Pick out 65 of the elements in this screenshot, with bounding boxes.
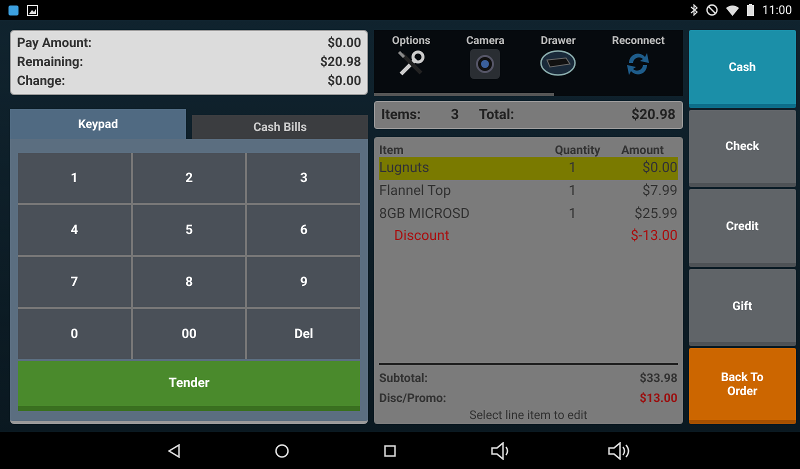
keypad-key[interactable]: 0 [18, 309, 131, 359]
keypad-key[interactable]: 4 [18, 205, 131, 255]
keypad-key[interactable]: 1 [18, 153, 131, 203]
summary-value: $0.00 [328, 35, 362, 53]
payment-button[interactable]: Check [688, 110, 796, 188]
line-amount: $25.99 [634, 205, 678, 224]
promo-value: $13.00 [640, 390, 678, 407]
toolbar-button[interactable]: Drawer [536, 34, 580, 79]
keypad-key[interactable]: 00 [132, 309, 246, 359]
toolbar-button[interactable]: Reconnect [608, 34, 669, 79]
tab[interactable]: Keypad [10, 109, 186, 139]
column-header: Quantity [554, 143, 602, 157]
summary-label: Change: [17, 73, 66, 91]
payment-button[interactable]: Cash [688, 30, 796, 108]
line-name: Discount [393, 227, 450, 246]
subtotal-value: $33.98 [640, 370, 678, 387]
tender-button[interactable]: Tender [18, 361, 360, 411]
payment-button[interactable]: Credit [688, 189, 796, 267]
line-name: Flannel Top [379, 182, 452, 201]
items-count: 3 [450, 107, 459, 123]
camera-icon [470, 49, 500, 79]
line-amount: $7.99 [641, 182, 678, 201]
line-quantity: 1 [568, 159, 578, 178]
summary-label: Remaining: [17, 54, 84, 72]
keypad-key[interactable]: 7 [18, 257, 131, 307]
keypad-key[interactable]: 3 [247, 153, 360, 203]
line-name: Lugnuts [379, 159, 430, 178]
home-icon[interactable] [274, 444, 289, 458]
keypad-key[interactable]: 9 [247, 257, 360, 307]
keypad-key[interactable]: 6 [247, 205, 360, 255]
app-icon [8, 4, 19, 16]
summary-value: $0.00 [328, 73, 362, 91]
battery-icon [747, 4, 754, 16]
items-label: Items: [381, 107, 421, 123]
summary-value: $20.98 [320, 54, 362, 72]
column-header: Item [379, 143, 405, 157]
drawer-icon [540, 49, 576, 77]
payment-button[interactable]: Gift [688, 268, 796, 346]
toolbar-button[interactable]: Camera [462, 34, 509, 79]
do-not-disturb-icon [706, 4, 718, 16]
total-label: Total: [478, 107, 514, 123]
bluetooth-icon [690, 4, 698, 16]
line-quantity: 1 [568, 205, 578, 224]
hint-text: Select line item to edit [468, 408, 588, 422]
keypad-key[interactable]: 2 [132, 153, 246, 203]
recents-icon[interactable] [384, 444, 396, 456]
keypad-key[interactable]: Del [247, 309, 360, 359]
promo-label: Disc/Promo: [379, 390, 446, 407]
back-icon[interactable] [168, 444, 180, 458]
clock: 11:00 [762, 3, 792, 17]
line-amount: $-13.00 [630, 227, 678, 246]
column-header: Amount [620, 143, 665, 157]
line-amount: $0.00 [641, 159, 678, 178]
keypad-key[interactable]: 8 [132, 257, 246, 307]
image-icon [27, 4, 38, 16]
line-name: 8GB MICROSD [379, 205, 471, 224]
total-value: $20.98 [631, 107, 676, 123]
wifi-icon [726, 4, 740, 16]
toolbar-button[interactable]: Options [388, 34, 434, 79]
subtotal-label: Subtotal: [379, 370, 428, 387]
summary-label: Pay Amount: [17, 35, 92, 53]
keypad-key[interactable]: 5 [132, 205, 246, 255]
payment-button[interactable]: Back To Order [688, 348, 796, 424]
tab[interactable]: Cash Bills [192, 115, 368, 139]
line-quantity: 1 [568, 182, 578, 201]
